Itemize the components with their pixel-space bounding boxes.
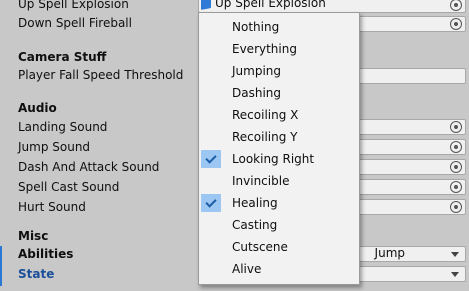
cube-icon	[201, 0, 211, 10]
menu-item-label: Jumping	[232, 64, 282, 78]
down-spell-label: Down Spell Fireball	[18, 16, 132, 30]
menu-item-dashing[interactable]: Dashing	[199, 82, 359, 104]
menu-item-label: Alive	[232, 262, 262, 276]
menu-item-label: Recoiling Y	[232, 130, 298, 144]
dash-attack-sound-label: Dash And Attack Sound	[18, 160, 160, 174]
menu-item-everything[interactable]: Everything	[199, 38, 359, 60]
menu-item-label: Recoiling X	[232, 108, 299, 122]
menu-item-casting[interactable]: Casting	[199, 214, 359, 236]
audio-header: Audio	[18, 101, 57, 115]
state-flags-menu: Nothing Everything Jumping Dashing Recoi…	[198, 12, 360, 285]
menu-item-label: Casting	[232, 218, 278, 232]
menu-item-label: Nothing	[232, 20, 280, 34]
menu-item-cutscene[interactable]: Cutscene	[199, 236, 359, 258]
object-picker-icon[interactable]	[450, 181, 462, 193]
object-picker-icon[interactable]	[450, 161, 462, 173]
menu-item-label: Dashing	[232, 86, 282, 100]
state-label: State	[18, 267, 55, 281]
checkmark-icon	[201, 194, 221, 212]
object-picker-icon[interactable]	[450, 0, 462, 11]
spell-cast-sound-label: Spell Cast Sound	[18, 180, 120, 194]
menu-item-label: Looking Right	[232, 152, 315, 166]
chevron-down-icon	[451, 252, 459, 257]
jump-sound-label: Jump Sound	[18, 140, 91, 154]
menu-item-invincible[interactable]: Invincible	[199, 170, 359, 192]
menu-item-looking-right[interactable]: Looking Right	[199, 148, 359, 170]
up-spell-value: Up Spell Explosion	[215, 0, 326, 10]
menu-item-jumping[interactable]: Jumping	[199, 60, 359, 82]
menu-item-alive[interactable]: Alive	[199, 258, 359, 280]
chevron-down-icon	[451, 272, 459, 277]
selection-indicator	[0, 246, 2, 286]
menu-item-label: Everything	[232, 42, 297, 56]
landing-sound-label: Landing Sound	[18, 120, 108, 134]
object-picker-icon[interactable]	[450, 201, 462, 213]
object-picker-icon[interactable]	[450, 141, 462, 153]
hurt-sound-label: Hurt Sound	[18, 200, 86, 214]
object-picker-icon[interactable]	[450, 18, 462, 30]
menu-item-label: Cutscene	[232, 240, 288, 254]
camera-stuff-header: Camera Stuff	[18, 50, 107, 64]
up-spell-label: Up Spell Explosion	[18, 0, 129, 11]
menu-item-recoiling-x[interactable]: Recoiling X	[199, 104, 359, 126]
fall-speed-label: Player Fall Speed Threshold	[18, 68, 184, 82]
menu-item-healing[interactable]: Healing	[199, 192, 359, 214]
abilities-label: Abilities	[18, 247, 74, 261]
checkmark-icon	[201, 150, 221, 168]
object-picker-icon[interactable]	[450, 121, 462, 133]
menu-item-recoiling-y[interactable]: Recoiling Y	[199, 126, 359, 148]
menu-item-label: Invincible	[232, 174, 290, 188]
menu-item-nothing[interactable]: Nothing	[199, 16, 359, 38]
misc-header: Misc	[18, 229, 49, 243]
menu-item-label: Healing	[232, 196, 278, 210]
abilities-value: Jump	[374, 246, 405, 260]
